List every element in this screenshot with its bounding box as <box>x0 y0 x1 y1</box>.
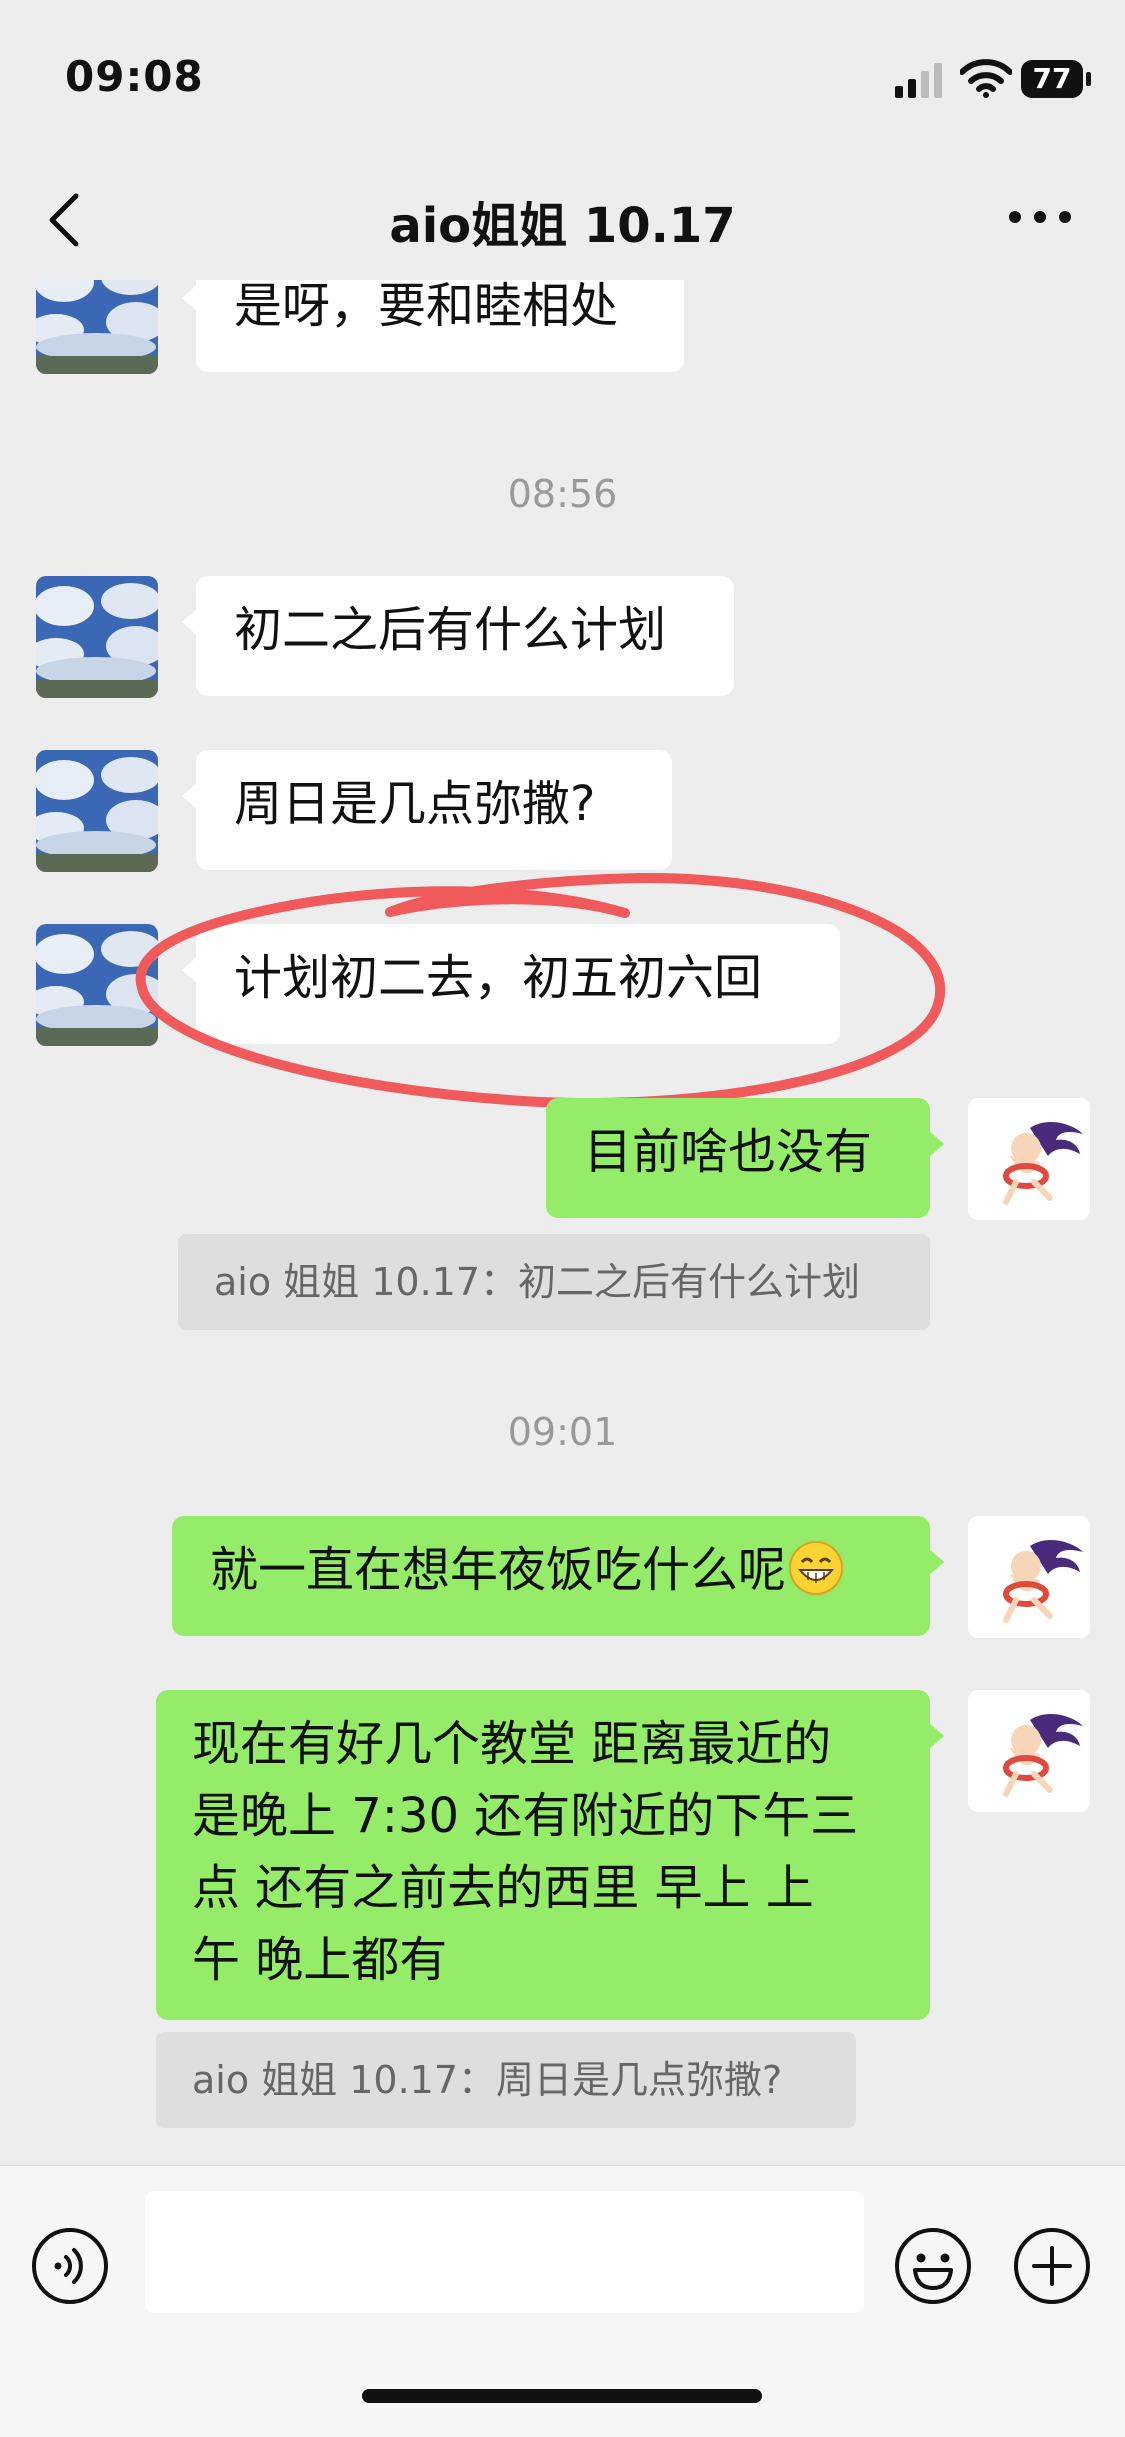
message-text: 周日是几点弥撒? <box>234 776 596 832</box>
wifi-icon <box>960 59 1012 98</box>
message-line: 点 还有之前去的西里 早上 上 <box>192 1860 814 1916</box>
my-avatar[interactable] <box>968 1690 1090 1812</box>
message-text: 初二之后有什么计划 <box>234 602 667 658</box>
battery-level: 77 <box>1021 60 1083 98</box>
cellular-signal-icon <box>895 63 942 98</box>
contact-avatar[interactable] <box>36 280 158 374</box>
more-options-icon[interactable] <box>1005 202 1075 232</box>
my-avatar[interactable] <box>968 1516 1090 1638</box>
message-timestamp: 09:01 <box>507 1410 618 1454</box>
chat-header: aio姐姐 10.17 <box>0 150 1125 280</box>
chat-title: aio姐姐 10.17 <box>389 198 736 254</box>
voice-input-icon[interactable] <box>30 2226 110 2306</box>
quoted-message[interactable]: aio 姐姐 10.17：初二之后有什么计划 <box>178 1234 930 1330</box>
outgoing-message[interactable]: 目前啥也没有 <box>546 1098 944 1218</box>
status-time: 09:08 <box>65 52 204 101</box>
message-line: 午 晚上都有 <box>192 1932 448 1988</box>
incoming-message[interactable]: 是呀，要和睦相处 <box>182 280 684 372</box>
message-list[interactable]: 是呀，要和睦相处 08:56 初二之后有什么计划 周日是几点弥撒? 计划初二去，… <box>0 280 1125 2165</box>
status-bar: 09:08 77 <box>0 0 1125 150</box>
red-circle-annotation <box>135 872 945 1109</box>
quoted-message[interactable]: aio 姐姐 10.17：周日是几点弥撒? <box>156 2032 856 2128</box>
home-indicator[interactable] <box>362 2389 762 2403</box>
contact-avatar[interactable] <box>36 576 158 698</box>
add-more-icon[interactable] <box>1012 2226 1092 2306</box>
grinning-face-emoji <box>789 1541 844 1595</box>
incoming-message[interactable]: 初二之后有什么计划 <box>182 576 734 696</box>
message-line: 现在有好几个教堂 距离最近的 <box>192 1716 832 1772</box>
outgoing-message[interactable]: 现在有好几个教堂 距离最近的 是晚上 7:30 还有附近的下午三 点 还有之前去… <box>156 1690 944 2020</box>
message-timestamp: 08:56 <box>507 472 618 516</box>
message-text: 就一直在想年夜饭吃什么呢 <box>210 1542 787 1598</box>
message-text: 目前啥也没有 <box>584 1124 873 1180</box>
my-avatar[interactable] <box>968 1098 1090 1220</box>
emoji-icon[interactable] <box>893 2226 973 2306</box>
battery-icon: 77 <box>1021 60 1093 100</box>
message-input[interactable] <box>145 2191 864 2313</box>
outgoing-message[interactable]: 就一直在想年夜饭吃什么呢 <box>172 1516 944 1636</box>
message-text: 是呀，要和睦相处 <box>234 280 619 334</box>
message-line: 是晚上 7:30 还有附近的下午三 <box>192 1788 859 1844</box>
